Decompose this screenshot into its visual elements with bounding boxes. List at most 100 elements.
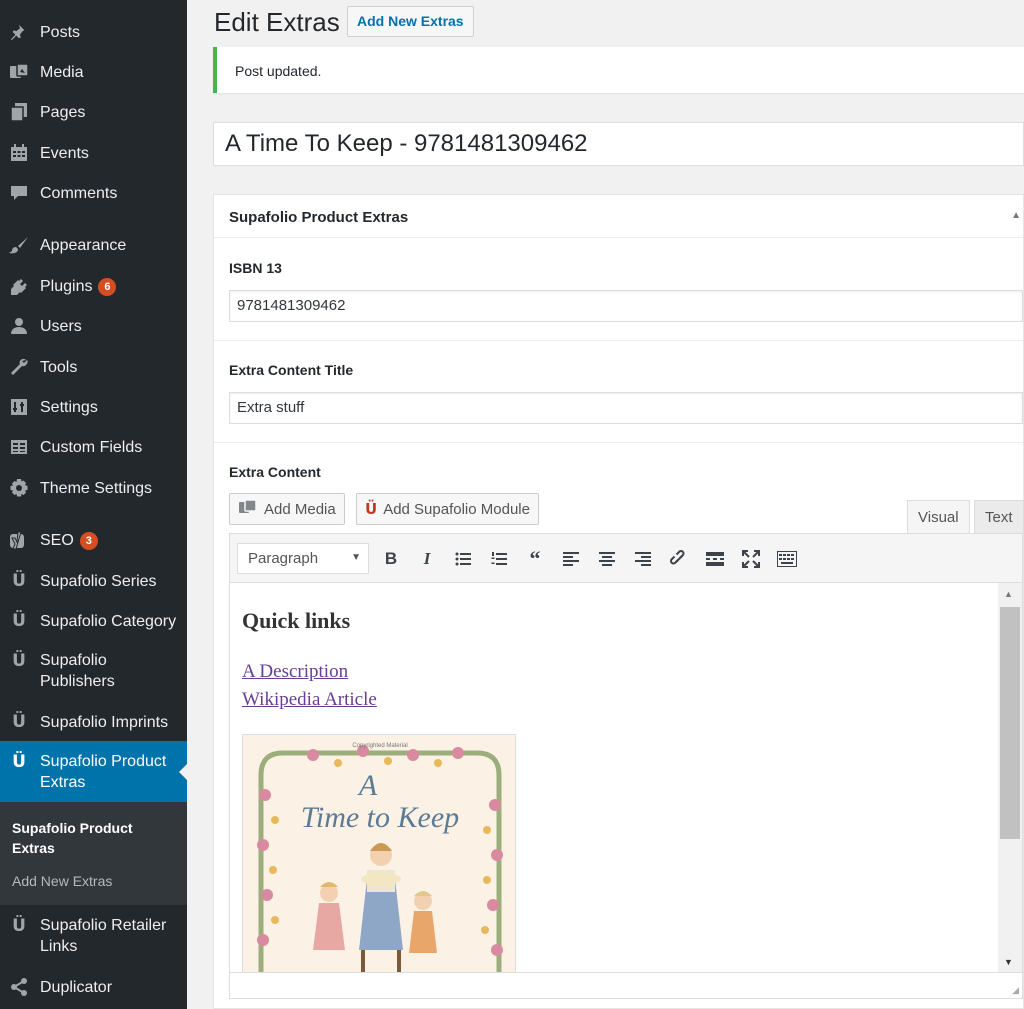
wrench-icon (8, 356, 30, 378)
read-more-icon[interactable] (702, 546, 728, 572)
pages-icon (8, 101, 30, 123)
add-media-button[interactable]: Add Media (229, 493, 345, 525)
collapse-toggle-icon[interactable]: ▲ (1011, 210, 1021, 221)
update-count-badge: 6 (98, 277, 117, 296)
add-module-label: Add Supafolio Module (383, 500, 530, 518)
sidebar-item-label: Pages (40, 103, 86, 121)
tab-visual[interactable]: Visual (907, 500, 970, 533)
sidebar-item-label: Supafolio Retailer Links (40, 917, 167, 955)
supafolio-icon: Ü (365, 500, 378, 518)
page-title: Edit Extras (214, 7, 340, 37)
sidebar-item-label: Supafolio Imprints (40, 713, 169, 731)
sidebar-item-pages[interactable]: Pages (0, 100, 187, 124)
field-divider (214, 340, 1023, 341)
sidebar-item-users[interactable]: Users (0, 314, 187, 338)
share-icon (8, 976, 30, 998)
link-icon[interactable] (666, 546, 692, 572)
notification-count-badge: 3 (79, 531, 98, 550)
content-heading: Quick links (242, 608, 351, 633)
post-updated-notice: Post updated. (213, 47, 1024, 93)
sidebar-item-plugins[interactable]: Plugins 6 (0, 274, 187, 298)
sidebar-item-label: SEO (40, 531, 74, 549)
image-copyright-text: Copyrighted Material (352, 743, 407, 749)
supafolio-icon: Ü (12, 651, 26, 671)
chevron-down-icon: ▼ (351, 552, 361, 563)
yoast-icon (8, 529, 30, 551)
sidebar-item-label: Appearance (40, 236, 127, 254)
post-title-input[interactable]: A Time To Keep - 9781481309462 (213, 122, 1024, 166)
add-supafolio-module-button[interactable]: Ü Add Supafolio Module (356, 493, 539, 525)
wikipedia-link[interactable]: Wikipedia Article (242, 689, 377, 711)
sidebar-item-label: Media (40, 63, 84, 81)
editor-statusbar: ◢ (229, 973, 1023, 999)
plugin-icon (8, 275, 30, 297)
extra-content-title-input[interactable]: Extra stuff (229, 392, 1023, 424)
scroll-down-icon[interactable]: ▼ (1004, 957, 1013, 967)
settings-icon (8, 396, 30, 418)
sidebar-item-tools[interactable]: Tools (0, 355, 187, 379)
sidebar-item-label: Theme Settings (40, 479, 153, 497)
sidebar-item-custom-fields[interactable]: Custom Fields (0, 435, 187, 459)
format-select[interactable]: Paragraph ▼ (237, 543, 369, 574)
sidebar-item-supafolio-product-extras[interactable]: Ü Supafolio Product Extras (0, 741, 187, 802)
sidebar-item-comments[interactable]: Comments (0, 181, 187, 205)
media-icon (8, 61, 30, 83)
sidebar-item-media[interactable]: Media (0, 60, 187, 84)
metabox-header[interactable]: Supafolio Product Extras ▲ (214, 195, 1023, 238)
scroll-thumb[interactable] (1000, 607, 1020, 839)
sidebar-item-supafolio-category[interactable]: Ü Supafolio Category (0, 609, 187, 633)
resize-handle-icon[interactable]: ◢ (1012, 985, 1019, 996)
supafolio-icon: Ü (12, 752, 26, 772)
tab-text[interactable]: Text (974, 500, 1024, 533)
sidebar-item-theme-settings[interactable]: Theme Settings (0, 476, 187, 500)
sidebar-submenu: Supafolio Product Extras Add New Extras (0, 802, 187, 905)
sidebar-item-appearance[interactable]: Appearance (0, 233, 187, 257)
sidebar-item-label: Events (40, 144, 89, 162)
italic-icon[interactable]: I (414, 546, 440, 572)
fullscreen-icon[interactable] (738, 546, 764, 572)
sidebar-item-duplicator[interactable]: Duplicator (0, 975, 187, 999)
bullet-list-icon[interactable] (450, 546, 476, 572)
sidebar-item-label: Plugins (40, 277, 93, 295)
align-center-icon[interactable] (594, 546, 620, 572)
table-icon (8, 436, 30, 458)
numbered-list-icon[interactable] (486, 546, 512, 572)
extra-content-label: Extra Content (229, 464, 321, 480)
sidebar-item-label: Supafolio Product Extras (40, 753, 167, 791)
editor-scrollbar[interactable]: ▲ ▼ (998, 583, 1022, 972)
sidebar-item-settings[interactable]: Settings (0, 395, 187, 419)
bold-icon[interactable]: B (378, 546, 404, 572)
sidebar-item-posts[interactable]: Posts (0, 20, 187, 44)
supafolio-icon: Ü (12, 611, 26, 631)
sidebar-item-label: Supafolio Publishers (40, 652, 115, 690)
calendar-icon (8, 142, 30, 164)
toolbar-toggle-icon[interactable] (774, 546, 800, 572)
sidebar-item-label: Supafolio Series (40, 572, 157, 590)
sidebar-item-supafolio-series[interactable]: Ü Supafolio Series (0, 569, 187, 593)
sidebar-item-supafolio-retailer-links[interactable]: Ü Supafolio Retailer Links (0, 915, 187, 959)
sidebar-item-label: Posts (40, 23, 81, 41)
comment-icon (8, 182, 30, 204)
sidebar-item-seo[interactable]: SEO 3 (0, 528, 187, 552)
supafolio-icon: Ü (12, 712, 26, 732)
isbn-input[interactable]: 9781481309462 (229, 290, 1023, 322)
paintbrush-icon (8, 234, 30, 256)
blockquote-icon[interactable]: “ (522, 546, 548, 572)
sidebar-item-label: Users (40, 317, 82, 335)
sidebar-item-supafolio-publishers[interactable]: Ü Supafolio Publishers (0, 650, 187, 694)
sidebar-item-events[interactable]: Events (0, 141, 187, 165)
sidebar-item-label: Tools (40, 358, 78, 376)
submenu-item-all-extras[interactable]: Supafolio Product Extras (12, 818, 172, 858)
submenu-item-add-new[interactable]: Add New Extras (12, 871, 112, 891)
scroll-up-icon[interactable]: ▲ (1004, 589, 1013, 599)
sidebar-item-supafolio-imprints[interactable]: Ü Supafolio Imprints (0, 710, 187, 734)
editor-content-area[interactable]: Quick links A Description Wikipedia Arti… (229, 583, 1023, 973)
add-new-extras-button[interactable]: Add New Extras (347, 6, 474, 37)
align-left-icon[interactable] (558, 546, 584, 572)
extra-content-title-label: Extra Content Title (229, 362, 354, 378)
align-right-icon[interactable] (630, 546, 656, 572)
book-cover-image[interactable]: Copyrighted Material A Time to Keep (242, 734, 516, 972)
admin-sidebar: Posts Media Pages Events Comments Appear… (0, 0, 187, 1009)
description-link[interactable]: A Description (242, 661, 348, 683)
sidebar-item-label: Settings (40, 398, 98, 416)
